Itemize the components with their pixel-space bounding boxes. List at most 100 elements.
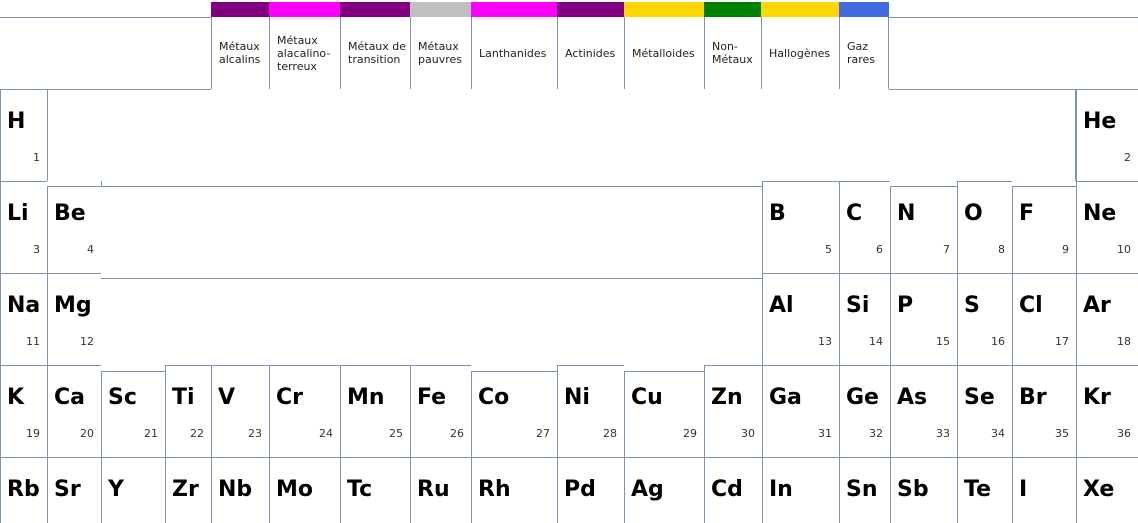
element-na[interactable]: Na 11	[0, 273, 47, 365]
element-v[interactable]: V 23	[211, 365, 269, 457]
element-symbol: Ne	[1083, 201, 1117, 226]
element-symbol: Br	[1019, 385, 1047, 410]
element-sn[interactable]: Sn	[839, 457, 890, 523]
element-symbol: Tc	[347, 477, 373, 502]
element-al[interactable]: Al 13	[762, 273, 839, 365]
element-cu[interactable]: Cu 29	[624, 371, 704, 457]
atomic-number: 12	[80, 335, 94, 348]
element-te[interactable]: Te	[957, 457, 1012, 523]
legend-swatch	[211, 2, 269, 17]
element-symbol: Xe	[1083, 477, 1115, 502]
element-s[interactable]: S 16	[957, 273, 1012, 365]
element-zn[interactable]: Zn 30	[704, 365, 762, 457]
element-o[interactable]: O8	[957, 181, 1012, 273]
element-in[interactable]: In	[762, 457, 839, 523]
element-rh[interactable]: Rh	[471, 457, 557, 523]
element-li[interactable]: Li 3	[0, 181, 47, 273]
atomic-number: 25	[389, 427, 403, 440]
element-symbol: Sn	[846, 477, 878, 502]
element-nb[interactable]: Nb	[211, 457, 269, 523]
element-ru[interactable]: Ru	[410, 457, 471, 523]
element-zr[interactable]: Zr	[165, 457, 211, 523]
legend-swatch	[269, 2, 340, 17]
element-i[interactable]: I	[1012, 457, 1076, 523]
element-sb[interactable]: Sb	[890, 457, 957, 523]
element-sr[interactable]: Sr	[47, 457, 101, 523]
atomic-number: 22	[190, 427, 204, 440]
element-he[interactable]: He 2	[1076, 89, 1138, 181]
element-symbol: Be	[54, 201, 86, 226]
legend-metalloids[interactable]: Métalloides	[624, 17, 704, 89]
element-rb[interactable]: Rb	[0, 457, 47, 523]
legend-transition-metals[interactable]: Métaux de transition	[340, 17, 410, 89]
element-ne[interactable]: Ne 10	[1076, 181, 1138, 273]
legend-poor-metals[interactable]: Métaux pauvres	[410, 17, 471, 89]
element-k[interactable]: K 19	[0, 365, 47, 457]
element-br[interactable]: Br 35	[1012, 365, 1076, 457]
legend-halogens[interactable]: Hallogènes	[761, 17, 839, 89]
element-xe[interactable]: Xe	[1076, 457, 1138, 523]
legend-lanthanides[interactable]: Lanthanides	[471, 17, 557, 89]
element-be[interactable]: Be 4	[47, 186, 101, 273]
divider	[101, 186, 762, 187]
atomic-number: 4	[87, 243, 94, 256]
element-kr[interactable]: Kr 36	[1076, 365, 1138, 457]
atomic-number: 9	[1062, 243, 1069, 256]
element-y[interactable]: Y	[101, 457, 165, 523]
element-ca[interactable]: Ca 20	[47, 365, 101, 457]
element-mg[interactable]: Mg 12	[47, 273, 101, 365]
element-symbol: Kr	[1083, 385, 1111, 410]
element-symbol: B	[769, 201, 786, 226]
element-f[interactable]: F9	[1012, 186, 1076, 273]
element-mn[interactable]: Mn 25	[340, 365, 410, 457]
element-tc[interactable]: Tc	[340, 457, 410, 523]
element-si[interactable]: Si 14	[839, 273, 890, 365]
element-symbol: Te	[964, 477, 992, 502]
element-as[interactable]: As 33	[890, 365, 957, 457]
legend-alkaline-earth[interactable]: Métaux alacalino-terreux	[269, 17, 340, 89]
atomic-number: 31	[818, 427, 832, 440]
element-co[interactable]: Co 27	[471, 371, 557, 457]
element-cr[interactable]: Cr 24	[269, 365, 340, 457]
element-fe[interactable]: Fe 26	[410, 365, 471, 457]
element-symbol: Cr	[276, 385, 303, 410]
element-ar[interactable]: Ar 18	[1076, 273, 1138, 365]
element-cl[interactable]: Cl 17	[1012, 273, 1076, 365]
atomic-number: 24	[319, 427, 333, 440]
element-sc[interactable]: Sc 21	[101, 371, 165, 457]
element-symbol: He	[1083, 109, 1117, 134]
element-symbol: Sc	[108, 385, 137, 410]
element-ga[interactable]: Ga 31	[762, 365, 839, 457]
element-ag[interactable]: Ag	[624, 457, 704, 523]
legend-noble-gases[interactable]: Gaz rares	[839, 17, 889, 89]
element-symbol: Sb	[897, 477, 929, 502]
element-n[interactable]: N7	[890, 186, 957, 273]
element-ti[interactable]: Ti 22	[165, 365, 211, 457]
atomic-number: 28	[603, 427, 617, 440]
element-symbol: Ga	[769, 385, 802, 410]
element-h[interactable]: H1	[0, 89, 47, 181]
element-mo[interactable]: Mo	[269, 457, 340, 523]
element-c[interactable]: C6	[839, 181, 890, 273]
legend-swatch	[839, 2, 889, 17]
element-symbol: V	[218, 385, 236, 410]
legend-alkali-metals[interactable]: Métaux alcalins	[211, 17, 269, 89]
element-se[interactable]: Se 34	[957, 365, 1012, 457]
atomic-number: 23	[248, 427, 262, 440]
atomic-number: 26	[450, 427, 464, 440]
element-symbol: Fe	[417, 385, 447, 410]
divider	[0, 17, 211, 18]
element-ni[interactable]: Ni 28	[557, 365, 624, 457]
element-cd[interactable]: Cd	[704, 457, 762, 523]
element-symbol: Co	[478, 385, 510, 410]
element-symbol: As	[897, 385, 928, 410]
element-pd[interactable]: Pd	[557, 457, 624, 523]
element-symbol: Sr	[54, 477, 81, 502]
atomic-number: 30	[741, 427, 755, 440]
element-b[interactable]: B5	[762, 181, 839, 273]
element-p[interactable]: P 15	[890, 273, 957, 365]
legend-actinides[interactable]: Actinides	[557, 17, 624, 89]
atomic-number: 16	[991, 335, 1005, 348]
element-ge[interactable]: Ge 32	[839, 365, 890, 457]
legend-non-metals[interactable]: Non-Métaux	[704, 17, 761, 89]
